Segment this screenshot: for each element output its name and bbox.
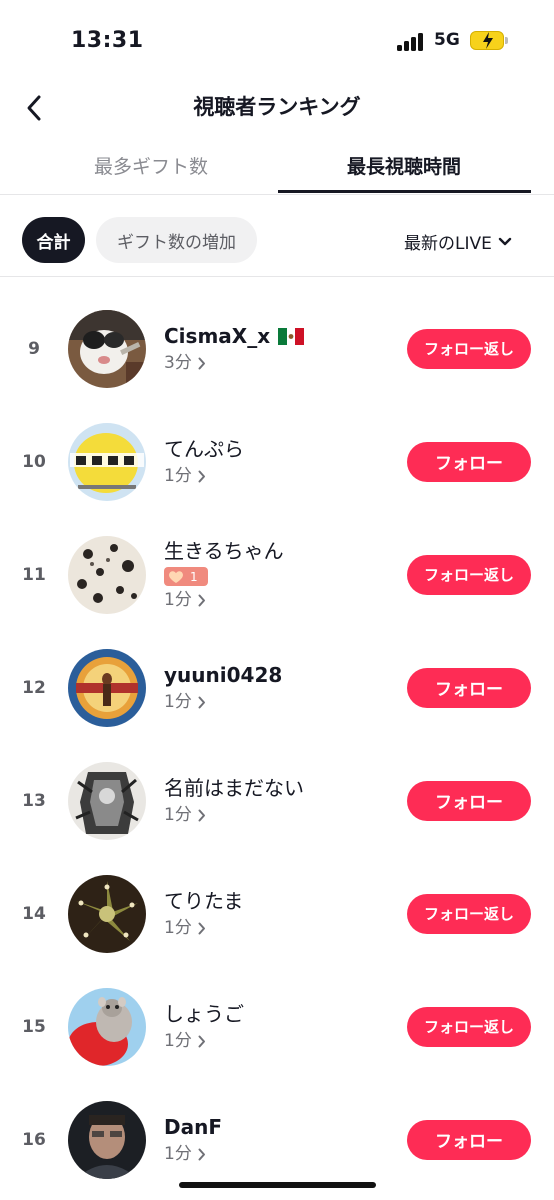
rank-number: 12 [22, 677, 46, 698]
rank-number: 10 [22, 451, 46, 472]
follow-back-button[interactable]: フォロー返し [407, 554, 531, 595]
username: DanF [164, 1115, 222, 1139]
username: 名前はまだない [164, 776, 304, 800]
username: yuuni0428 [164, 663, 283, 687]
viewer-row[interactable]: 10 てんぷら 1分 フォロー [0, 405, 554, 518]
viewer-row[interactable]: 9 CismaX_x 3分 フォロー返し [0, 292, 554, 405]
rank-number: 16 [22, 1129, 46, 1150]
rank-number: 9 [28, 338, 40, 359]
battery-icon [470, 31, 504, 50]
username: CismaX_x [164, 324, 271, 348]
live-dropdown[interactable]: 最新のLIVE [404, 229, 512, 254]
mexico-flag-icon [278, 327, 305, 345]
chevron-right-icon [198, 696, 205, 708]
level-number: 1 [190, 569, 198, 584]
avatar[interactable] [68, 422, 146, 501]
home-indicator [179, 1182, 376, 1188]
chevron-right-icon [198, 809, 205, 821]
level-badge: 1 [164, 567, 208, 586]
viewer-row[interactable]: 11 生きるちゃん 1 1分 フォロー返し [0, 518, 554, 631]
username: てりたま [164, 889, 244, 913]
watch-duration[interactable]: 1分 [164, 589, 284, 611]
watch-duration[interactable]: 1分 [164, 691, 282, 713]
username: てんぷら [164, 437, 244, 461]
page-title: 視聴者ランキング [193, 95, 361, 119]
live-dropdown-label: 最新のLIVE [404, 234, 492, 254]
follow-back-button[interactable]: フォロー返し [407, 893, 531, 934]
active-tab-indicator [278, 190, 531, 193]
filter-chip-total[interactable]: 合計 [22, 217, 85, 263]
divider [0, 276, 554, 277]
tab-most-gifts[interactable]: 最多ギフト数 [66, 152, 236, 179]
avatar[interactable] [68, 761, 146, 840]
watch-duration[interactable]: 1分 [164, 1030, 244, 1052]
watch-duration[interactable]: 3分 [164, 352, 304, 374]
chevron-right-icon [198, 1035, 205, 1047]
viewer-row[interactable]: 15 しょうご 1分 フォロー返し [0, 970, 554, 1083]
avatar[interactable] [68, 648, 146, 727]
chevron-right-icon [198, 357, 205, 369]
watch-duration[interactable]: 1分 [164, 917, 243, 939]
heart-icon [169, 570, 183, 583]
follow-button[interactable]: フォロー [407, 667, 531, 708]
divider [0, 194, 554, 195]
chevron-right-icon [198, 470, 205, 482]
avatar[interactable] [68, 1100, 146, 1179]
viewer-row[interactable]: 14 てりたま 1分 フォロー返し [0, 857, 554, 970]
username: 生きるちゃん [164, 539, 284, 563]
avatar[interactable] [68, 987, 146, 1066]
chevron-right-icon [198, 1148, 205, 1160]
chevron-right-icon [198, 922, 205, 934]
watch-duration[interactable]: 1分 [164, 465, 244, 487]
follow-button[interactable]: フォロー [407, 441, 531, 482]
rank-number: 13 [22, 790, 46, 811]
avatar[interactable] [68, 309, 146, 388]
chevron-down-icon [498, 237, 512, 245]
avatar[interactable] [68, 874, 146, 953]
follow-back-button[interactable]: フォロー返し [407, 328, 531, 369]
watch-duration[interactable]: 1分 [164, 804, 304, 826]
viewer-row[interactable]: 16 DanF 1分 フォロー [0, 1083, 554, 1196]
filter-chip-gift-increase[interactable]: ギフト数の増加 [96, 217, 257, 263]
follow-back-button[interactable]: フォロー返し [407, 1006, 531, 1047]
charging-bolt-icon [483, 32, 493, 49]
follow-button[interactable]: フォロー [407, 1119, 531, 1160]
viewer-row[interactable]: 12 yuuni0428 1分 フォロー [0, 631, 554, 744]
status-time: 13:31 [71, 28, 144, 53]
rank-number: 11 [22, 564, 46, 585]
avatar[interactable] [68, 535, 146, 614]
follow-button[interactable]: フォロー [407, 780, 531, 821]
signal-icon [397, 33, 425, 51]
viewer-row[interactable]: 13 名前はまだない 1分 フォロー [0, 744, 554, 857]
tab-longest-watch-time[interactable]: 最長視聴時間 [290, 152, 518, 179]
rank-number: 15 [22, 1016, 46, 1037]
status-bar: 13:31 5G [0, 0, 554, 80]
watch-duration[interactable]: 1分 [164, 1143, 222, 1165]
chevron-right-icon [198, 594, 205, 606]
network-type: 5G [434, 30, 460, 50]
viewer-ranking-screen: 13:31 5G 視聴者ランキング 最多ギフト数 最長視聴時間 合計 ギフト数の… [0, 0, 554, 1200]
username: しょうご [164, 1002, 244, 1026]
rank-number: 14 [22, 903, 46, 924]
